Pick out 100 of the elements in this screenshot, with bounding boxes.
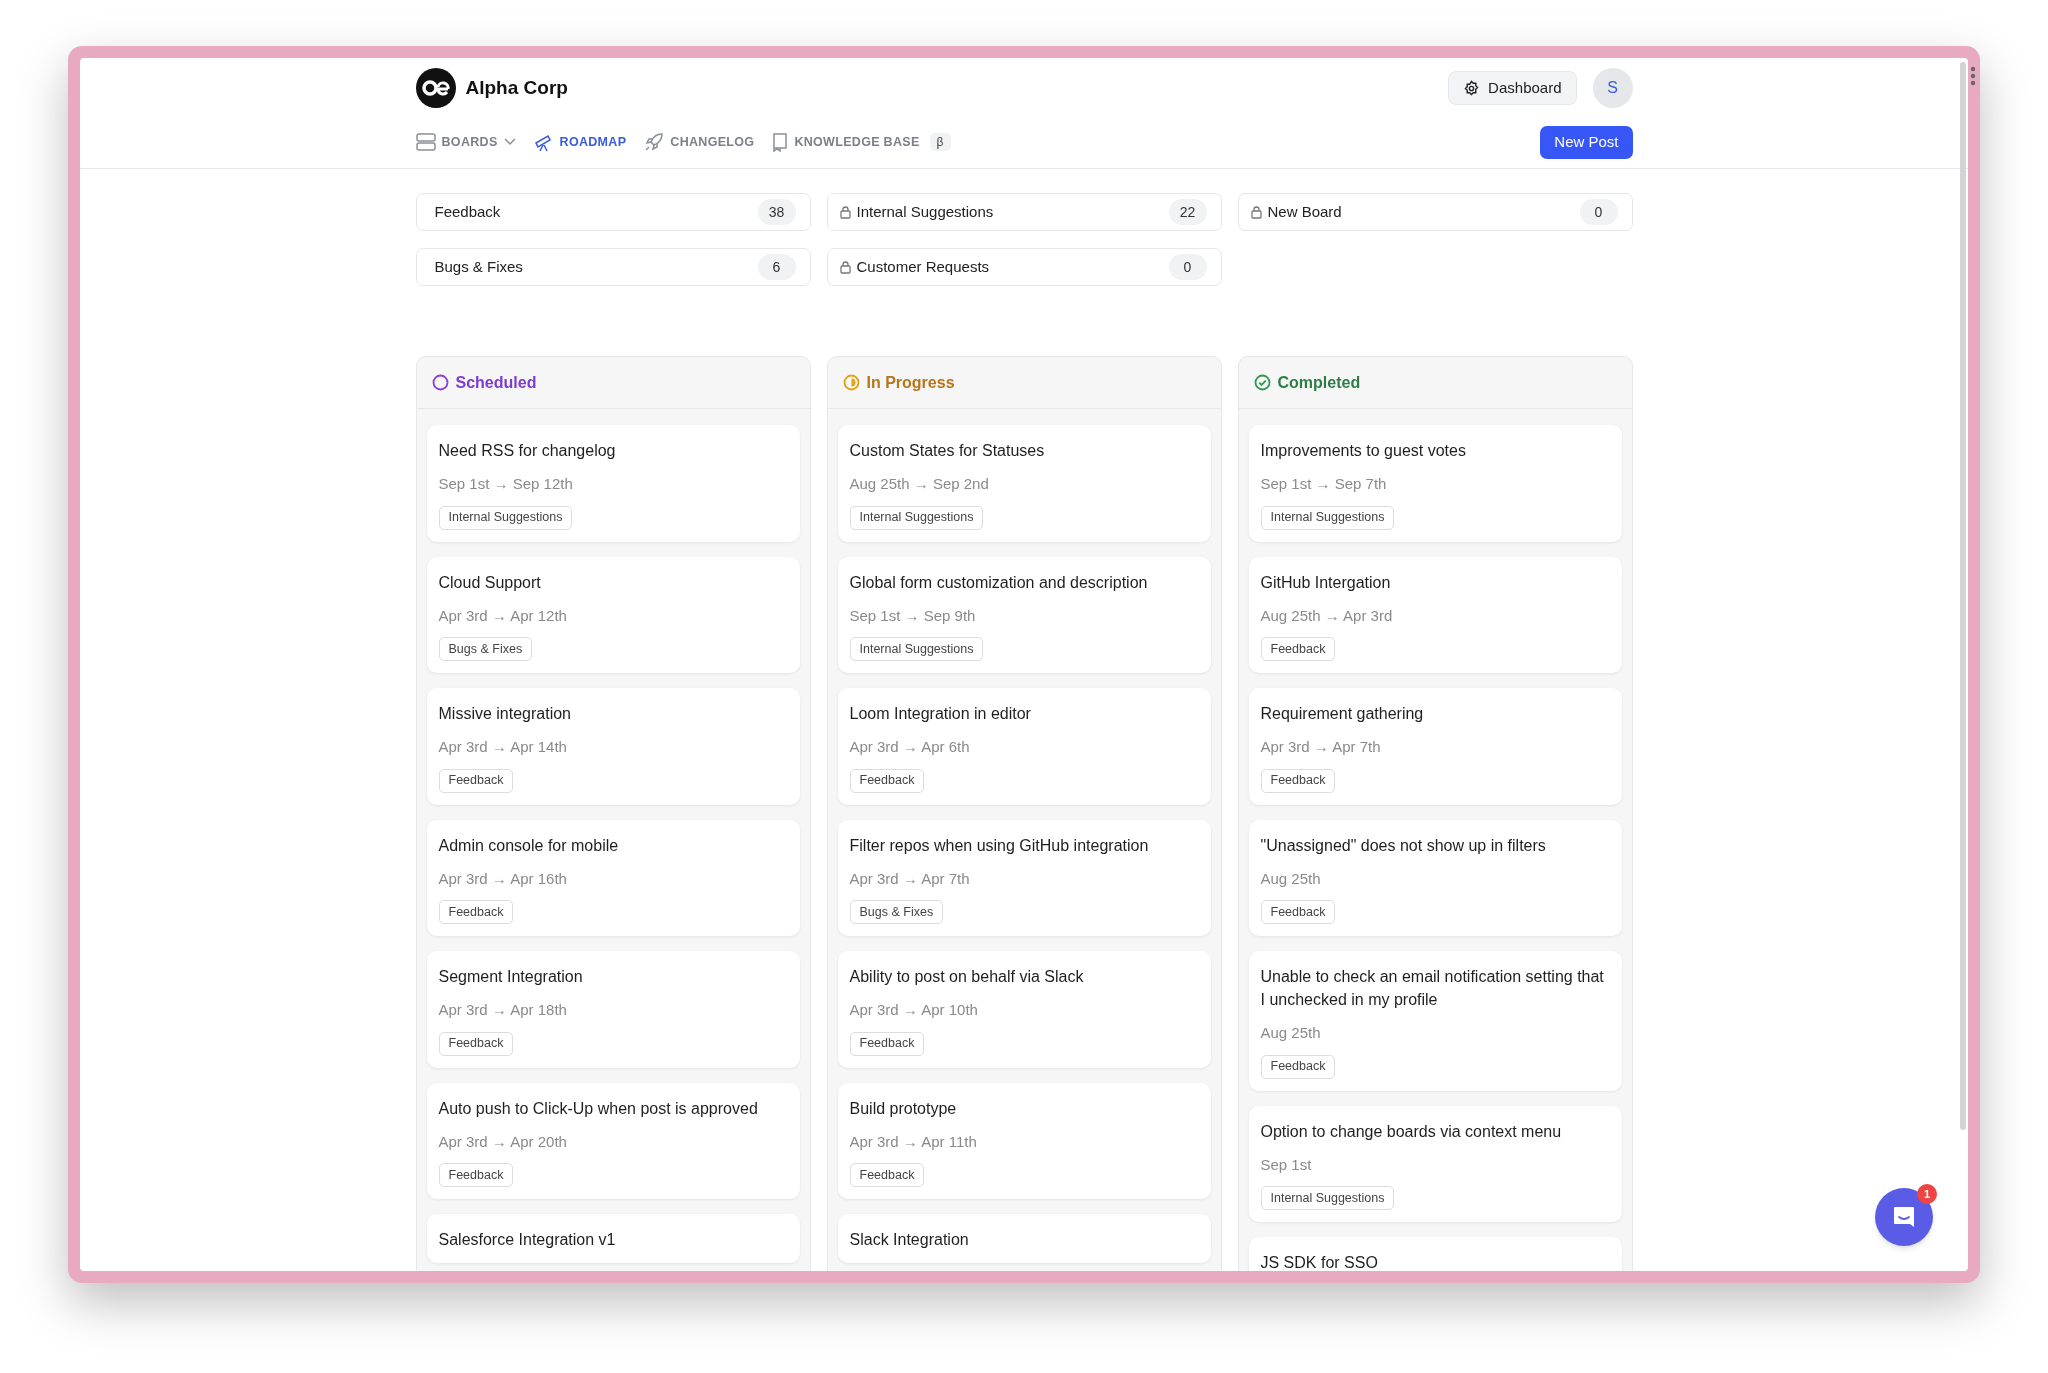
- post-card[interactable]: Admin console for mobile Apr 3rd → Apr 16th Feedback: [426, 819, 800, 936]
- date-range: Apr 3rd → Apr 11th: [849, 1131, 978, 1152]
- post-card[interactable]: Global form customization and description Sep 1st → Sep 9th Internal Suggestions: [837, 556, 1211, 673]
- board-tag: Feedback: [1260, 900, 1336, 924]
- rocket-icon: [644, 132, 665, 152]
- board-name: Feedback: [434, 201, 501, 222]
- post-title: Salesforce Integration v1: [438, 1230, 617, 1250]
- post-card[interactable]: GitHub Intergation Aug 25th → Apr 3rd Feedback: [1248, 556, 1622, 673]
- column-title: In Progress: [866, 372, 955, 393]
- post-title: Option to change boards via context menu: [1260, 1121, 1563, 1142]
- notification-badge: 1: [1917, 1184, 1937, 1204]
- scrollbar[interactable]: [1960, 62, 1966, 1130]
- nav-tab[interactable]: CHANGELOG: [644, 132, 755, 152]
- board-name: Customer Requests: [856, 256, 990, 277]
- date-range: Sep 1st → Sep 7th: [1260, 474, 1388, 494]
- board-tag: Feedback: [849, 1031, 925, 1056]
- board-tag: Feedback: [438, 768, 514, 793]
- count-badge: 0: [1579, 199, 1618, 225]
- settings-icon: [1463, 79, 1481, 97]
- logo-icon: [415, 68, 456, 108]
- post-card[interactable]: Auto push to Click-Up when post is approved Apr 3rd → Apr 20th Feedback: [426, 1082, 800, 1199]
- board-tag: Internal Suggestions: [1260, 1186, 1395, 1210]
- date-range: Apr 3rd → Apr 7th: [1260, 737, 1382, 757]
- chat-icon: [1891, 1204, 1917, 1230]
- post-card[interactable]: Segment Integration Apr 3rd → Apr 18th Feedback: [426, 951, 800, 1068]
- post-title: Segment Integration: [438, 967, 584, 987]
- post-title: Global form customization and description: [849, 572, 1149, 593]
- board-tag: Feedback: [1260, 1054, 1336, 1079]
- board-name: Internal Suggestions: [856, 201, 994, 222]
- post-title: Cloud Support: [438, 572, 542, 593]
- board-tag: Feedback: [1260, 768, 1336, 793]
- post-title: Missive integration: [438, 704, 572, 724]
- post-card[interactable]: Requirement gathering Apr 3rd → Apr 7th Feedback: [1248, 688, 1622, 805]
- date-range: Apr 3rd → Apr 14th: [438, 737, 568, 757]
- date-range: Sep 1st → Sep 9th: [849, 605, 977, 626]
- post-title: Slack Integration: [849, 1230, 970, 1250]
- date-range: Apr 3rd → Apr 7th: [849, 868, 971, 889]
- date-range: Sep 1st: [1260, 1154, 1313, 1175]
- post-card[interactable]: Missive integration Apr 3rd → Apr 14th Feedback: [426, 688, 800, 805]
- column-title: Scheduled: [455, 372, 537, 393]
- post-card[interactable]: "Unassigned" does not show up in filters Aug 25th Feedback: [1248, 819, 1622, 936]
- post-card[interactable]: Loom Integration in editor Apr 3rd → Apr 6th Feedback: [837, 688, 1211, 805]
- chat-button[interactable]: [1875, 1188, 1933, 1246]
- caret-icon: [503, 138, 516, 146]
- board-card[interactable]: Internal Suggestions 22: [826, 193, 1222, 231]
- date-range: Sep 1st → Sep 12th: [438, 474, 574, 494]
- date-range: Aug 25th: [1260, 1023, 1322, 1043]
- post-card[interactable]: JS SDK for SSO: [1248, 1237, 1622, 1271]
- post-card[interactable]: Option to change boards via context menu Sep 1st Internal Suggestions: [1248, 1105, 1622, 1222]
- post-title: Ability to post on behalf via Slack: [849, 967, 1085, 987]
- post-title: Requirement gathering: [1260, 704, 1425, 724]
- post-card[interactable]: Salesforce Integration v1: [426, 1214, 800, 1263]
- board-card[interactable]: New Board 0: [1237, 193, 1633, 231]
- board-card[interactable]: Feedback 38: [415, 193, 811, 231]
- nav-tab[interactable]: BOARDS: [415, 132, 516, 152]
- board-card[interactable]: Bugs & Fixes 6: [415, 248, 811, 286]
- count-badge: 0: [1168, 254, 1207, 280]
- post-card[interactable]: Improvements to guest votes Sep 1st → Sep 7th Internal Suggestions: [1248, 425, 1622, 542]
- post-card[interactable]: Filter repos when using GitHub integration Apr 3rd → Apr 7th Bugs & Fixes: [837, 819, 1211, 936]
- board-tag: Internal Suggestions: [438, 505, 573, 530]
- count-badge: 38: [757, 199, 796, 225]
- board-name: Bugs & Fixes: [434, 256, 523, 277]
- board-tag: Internal Suggestions: [849, 637, 984, 661]
- post-card[interactable]: Unable to check an email notification setting that I unchecked in my profile Aug 25th Feedback: [1248, 951, 1622, 1091]
- nav-tab[interactable]: KNOWLEDGE BASE β: [772, 132, 951, 152]
- dots-icon[interactable]: [1970, 66, 1976, 86]
- post-title: Loom Integration in editor: [849, 704, 1032, 724]
- user-avatar[interactable]: S: [1592, 68, 1633, 108]
- post-card[interactable]: Custom States for Statuses Aug 25th → Sep 2nd Internal Suggestions: [837, 425, 1211, 542]
- post-title: Improvements to guest votes: [1260, 441, 1467, 461]
- post-card[interactable]: Cloud Support Apr 3rd → Apr 12th Bugs & Fixes: [426, 556, 800, 673]
- date-range: Aug 25th → Apr 3rd: [1260, 605, 1394, 626]
- board-card[interactable]: Customer Requests 0: [826, 248, 1222, 286]
- post-card[interactable]: Build prototype Apr 3rd → Apr 11th Feedback: [837, 1082, 1211, 1199]
- board-tag: Feedback: [438, 1163, 514, 1187]
- beta-badge: β: [929, 133, 951, 151]
- post-title: Need RSS for changelog: [438, 441, 617, 461]
- new-post-button[interactable]: New Post: [1540, 125, 1633, 159]
- post-title: Filter repos when using GitHub integration: [849, 835, 1150, 856]
- date-range: Apr 3rd → Apr 18th: [438, 1000, 568, 1020]
- board-tag: Feedback: [849, 768, 925, 793]
- post-title: "Unassigned" does not show up in filters: [1260, 835, 1547, 856]
- date-range: Aug 25th → Sep 2nd: [849, 474, 990, 494]
- date-range: Apr 3rd → Apr 16th: [438, 868, 568, 889]
- post-card[interactable]: Slack Integration: [837, 1214, 1211, 1263]
- post-title: GitHub Intergation: [1260, 572, 1392, 593]
- column-title: Completed: [1277, 372, 1361, 393]
- board-tag: Bugs & Fixes: [438, 637, 533, 661]
- date-range: Aug 25th: [1260, 868, 1322, 889]
- post-card[interactable]: Ability to post on behalf via Slack Apr 3rd → Apr 10th Feedback: [837, 951, 1211, 1068]
- board-tag: Internal Suggestions: [1260, 505, 1395, 530]
- brand-name: Alpha Corp: [465, 75, 568, 100]
- post-card[interactable]: Need RSS for changelog Sep 1st → Sep 12th Internal Suggestions: [426, 425, 800, 542]
- date-range: Apr 3rd → Apr 12th: [438, 605, 568, 626]
- post-title: Build prototype: [849, 1098, 958, 1119]
- board-tag: Feedback: [438, 1031, 514, 1056]
- nav-tab[interactable]: ROADMAP: [533, 132, 627, 152]
- post-title: JS SDK for SSO: [1260, 1253, 1379, 1271]
- count-badge: 6: [757, 254, 796, 280]
- dashboard-button[interactable]: Dashboard: [1448, 71, 1577, 105]
